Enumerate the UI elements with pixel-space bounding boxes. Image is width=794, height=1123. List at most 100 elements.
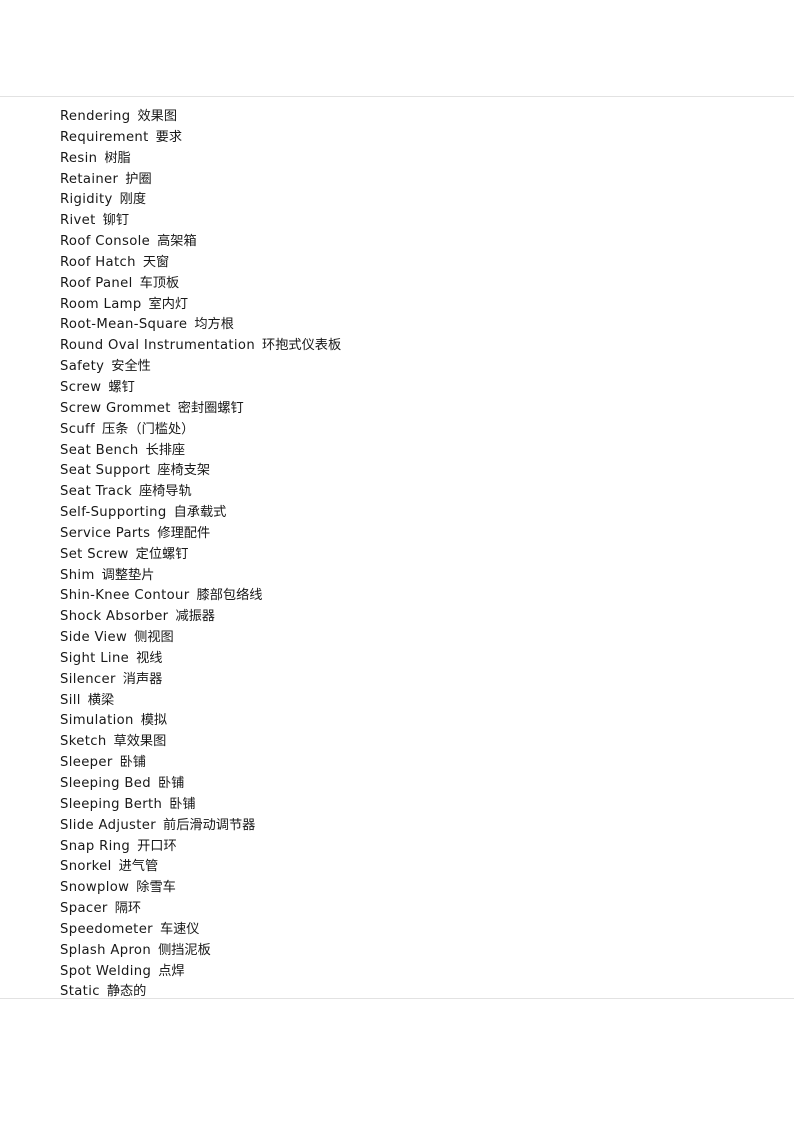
glossary-term-english: Seat Support <box>60 463 151 479</box>
glossary-entry: Sleeping Berth 卧铺 <box>60 795 754 816</box>
glossary-term-chinese: 前后滑动调节器 <box>163 817 256 833</box>
glossary-entry: Roof Hatch 天窗 <box>60 253 754 274</box>
glossary-entry: Speedometer 车速仪 <box>60 920 754 941</box>
glossary-term-english: Rigidity <box>60 192 113 208</box>
glossary-term-chinese: 座椅支架 <box>157 463 211 479</box>
glossary-term-chinese: 草效果图 <box>113 734 167 750</box>
glossary-entry: Sill 横梁 <box>60 691 754 712</box>
page-footer-area <box>0 999 794 1113</box>
glossary-entry: Rivet 铆钉 <box>60 211 754 232</box>
glossary-entry: Roof Panel 车顶板 <box>60 274 754 295</box>
glossary-term-chinese: 进气管 <box>118 859 159 875</box>
glossary-entry: Snorkel 进气管 <box>60 857 754 878</box>
glossary-term-chinese: 点焊 <box>158 963 185 979</box>
glossary-term-chinese: 修理配件 <box>157 525 211 541</box>
glossary-entry: Rigidity 刚度 <box>60 190 754 211</box>
glossary-term-english: Speedometer <box>60 921 153 937</box>
glossary-entry: Service Parts 修理配件 <box>60 524 754 545</box>
glossary-term-chinese: 天窗 <box>142 254 170 270</box>
glossary-term-chinese: 高架箱 <box>157 234 197 250</box>
glossary-term-english: Seat Bench <box>60 442 139 458</box>
glossary-entry: Spot Welding 点焊 <box>60 962 754 983</box>
glossary-term-english: Screw <box>60 379 102 395</box>
glossary-entry: Root-Mean-Square 均方根 <box>60 315 754 336</box>
glossary-entry: Snap Ring 开口环 <box>60 837 754 858</box>
glossary-term-english: Shim <box>60 567 95 583</box>
glossary-term-chinese: 横梁 <box>87 692 115 708</box>
glossary-term-chinese: 压条（门槛处） <box>102 421 195 437</box>
glossary-term-chinese: 消声器 <box>122 671 163 687</box>
glossary-list: Rendering 效果图 Requirement 要求 Resin 树脂 Retainer… <box>60 107 754 1003</box>
glossary-entry: Roof Console 高架箱 <box>60 232 754 253</box>
glossary-entry: Rendering 效果图 <box>60 107 754 128</box>
glossary-term-chinese: 除雪车 <box>136 880 176 896</box>
glossary-term-english: Silencer <box>60 671 116 687</box>
glossary-term-english: Rendering <box>60 109 131 124</box>
glossary-entry: Resin 树脂 <box>60 149 754 170</box>
glossary-entry: Set Screw 定位螺钉 <box>60 545 754 566</box>
glossary-term-english: Snowplow <box>60 880 130 896</box>
glossary-term-chinese: 均方根 <box>194 317 234 333</box>
glossary-term-english: Roof Hatch <box>60 254 136 270</box>
glossary-term-chinese: 刚度 <box>119 192 147 208</box>
glossary-entry: Simulation 模拟 <box>60 711 754 732</box>
glossary-term-english: Service Parts <box>60 525 151 541</box>
glossary-term-chinese: 环抱式仪表板 <box>262 338 342 354</box>
glossary-term-chinese: 树脂 <box>104 150 131 166</box>
glossary-term-chinese: 车顶板 <box>139 275 180 291</box>
glossary-entry: Sleeping Bed 卧铺 <box>60 774 754 795</box>
glossary-entry: Seat Track 座椅导轨 <box>60 482 754 503</box>
glossary-entry: Sight Line 视线 <box>60 649 754 670</box>
glossary-term-chinese: 长排座 <box>145 442 186 458</box>
glossary-term-english: Shock Absorber <box>60 609 169 625</box>
glossary-entry: Seat Bench 长排座 <box>60 441 754 462</box>
glossary-term-chinese: 护圈 <box>125 171 152 187</box>
glossary-entry: Shock Absorber 减振器 <box>60 607 754 628</box>
glossary-term-english: Sill <box>60 692 81 708</box>
glossary-term-english: Static <box>60 984 100 1000</box>
glossary-term-chinese: 定位螺钉 <box>135 546 189 562</box>
glossary-term-chinese: 侧挡泥板 <box>158 942 211 958</box>
glossary-entry: Snowplow 除雪车 <box>60 878 754 899</box>
glossary-term-chinese: 静态的 <box>106 984 147 1000</box>
glossary-term-chinese: 卧铺 <box>157 776 185 791</box>
glossary-entry: Scuff 压条（门槛处） <box>60 420 754 441</box>
glossary-term-english: Snap Ring <box>60 838 131 854</box>
glossary-entry: Side View 侧视图 <box>60 628 754 649</box>
glossary-term-english: Roof Console <box>60 234 151 250</box>
glossary-term-chinese: 调整垫片 <box>101 567 155 583</box>
glossary-term-chinese: 模拟 <box>140 713 168 729</box>
glossary-term-chinese: 卧铺 <box>169 796 196 812</box>
glossary-term-english: Retainer <box>60 171 119 187</box>
glossary-entry: Round Oval Instrumentation 环抱式仪表板 <box>60 336 754 357</box>
glossary-term-english: Set Screw <box>60 546 129 562</box>
glossary-entry: Screw 螺钉 <box>60 378 754 399</box>
glossary-term-chinese: 视线 <box>136 650 163 666</box>
glossary-entry: Silencer 消声器 <box>60 670 754 691</box>
glossary-term-english: Simulation <box>60 713 134 729</box>
glossary-term-chinese: 侧视图 <box>134 630 174 646</box>
glossary-term-chinese: 开口环 <box>137 838 177 854</box>
glossary-term-chinese: 卧铺 <box>119 755 146 771</box>
glossary-entry: Retainer 护圈 <box>60 170 754 191</box>
glossary-term-chinese: 螺钉 <box>108 379 135 395</box>
glossary-term-english: Resin <box>60 150 98 166</box>
glossary-entry: Shin-Knee Contour 膝部包络线 <box>60 586 754 607</box>
glossary-entry: Slide Adjuster 前后滑动调节器 <box>60 816 754 837</box>
document-page: Rendering 效果图 Requirement 要求 Resin 树脂 Retainer… <box>0 0 794 1123</box>
glossary-entry: Room Lamp 室内灯 <box>60 295 754 316</box>
glossary-term-english: Rivet <box>60 213 96 229</box>
glossary-entry: Seat Support 座椅支架 <box>60 461 754 482</box>
glossary-entry: Splash Apron 侧挡泥板 <box>60 941 754 962</box>
glossary-entry: Sleeper 卧铺 <box>60 753 754 774</box>
glossary-entry: Requirement 要求 <box>60 128 754 149</box>
glossary-entry: Safety 安全性 <box>60 357 754 378</box>
glossary-entry: Screw Grommet 密封圈螺钉 <box>60 399 754 420</box>
glossary-content-area: Rendering 效果图 Requirement 要求 Resin 树脂 Retainer… <box>0 97 794 999</box>
glossary-term-english: Seat Track <box>60 484 132 500</box>
glossary-term-chinese: 减振器 <box>175 609 215 625</box>
glossary-term-english: Sketch <box>60 734 107 750</box>
glossary-term-english: Requirement <box>60 129 149 145</box>
glossary-term-english: Sleeper <box>60 755 113 771</box>
glossary-term-english: Side View <box>60 630 128 646</box>
